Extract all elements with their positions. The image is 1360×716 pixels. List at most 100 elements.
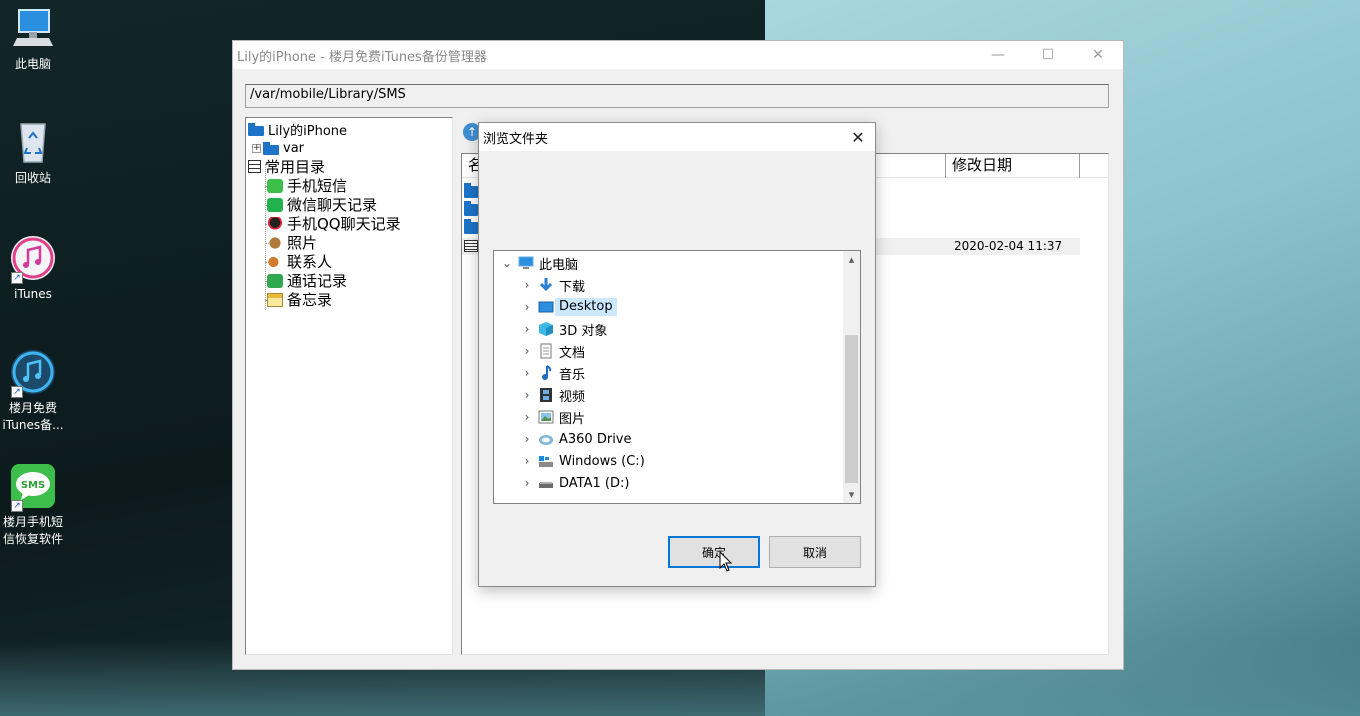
folder-node-label: DATA1 (D:) [559,475,630,491]
chevron-right-icon[interactable]: › [520,410,534,424]
music-note-icon [538,365,554,381]
tree-item-label: 常用目录 [265,158,326,176]
maximize-button[interactable]: ☐ [1023,41,1073,69]
desktop-icon-recycle-bin[interactable]: 回收站 [0,118,68,187]
tree-item-call-log[interactable]: 通话记录 [267,271,347,290]
computer-icon [518,255,534,271]
expand-plus-icon[interactable]: + [252,144,261,153]
folder-node-documents[interactable]: › 文档 [520,340,585,362]
list-item-date: 2020-02-04 11:37 [954,239,1063,253]
picture-icon [538,409,554,425]
desktop-icon-label-line1: 楼月免费 [8,401,57,415]
chevron-right-icon[interactable]: › [520,454,534,468]
chevron-right-icon[interactable]: › [520,344,534,358]
folder-node-label: 3D 对象 [559,323,608,339]
folder-node-label: 下载 [559,279,586,295]
tree-item-label: 照片 [287,234,318,252]
dialog-titlebar[interactable]: 浏览文件夹 ✕ [479,123,875,151]
folder-tree[interactable]: ⌄ 此电脑 › 下载 › Desktop › 3D 对象 › 文档 › 音乐 ›… [493,250,861,504]
shortcut-arrow-icon: ↗ [11,386,23,398]
chevron-right-icon[interactable]: › [520,278,534,292]
cube-icon [538,321,554,337]
scrollbar-thumb[interactable] [845,335,858,483]
tree-item-qq[interactable]: 手机QQ聊天记录 [267,214,401,233]
tree-item-notes[interactable]: 备忘录 [267,290,332,309]
folder-node-videos[interactable]: › 视频 [520,384,585,406]
folder-node-label: Windows (C:) [559,453,645,469]
desktop-icon-label-line2: iTunes备... [2,418,64,432]
sms-icon [267,178,283,193]
tree-item-common[interactable]: 常用目录 [248,157,325,176]
desktop-icon [538,299,554,315]
desktop-icon-this-pc[interactable]: 此电脑 [0,4,68,73]
folder-node-label: 视频 [559,389,586,405]
list-icon [248,160,261,173]
column-header-modified[interactable]: 修改日期 [946,154,1080,178]
device-tree[interactable]: Lily的iPhone + var 常用目录 手机短信 微信聊天记录 手机QQ聊… [245,117,453,655]
chevron-right-icon[interactable]: › [520,322,534,336]
folder-icon [464,201,478,216]
folder-tree-scrollbar[interactable]: ▴ ▾ [843,251,860,503]
chevron-right-icon[interactable]: › [520,388,534,402]
itunes-icon: ↗ [9,234,57,284]
notes-icon [267,292,283,307]
mouse-cursor-icon [719,551,733,572]
path-field[interactable]: /var/mobile/Library/SMS [245,84,1109,108]
folder-node-3d-objects[interactable]: › 3D 对象 [520,318,607,340]
folder-node-downloads[interactable]: › 下载 [520,274,585,296]
folder-node-this-pc[interactable]: ⌄ 此电脑 [500,252,578,274]
folder-node-music[interactable]: › 音乐 [520,362,585,384]
main-window-titlebar[interactable]: Lily的iPhone - 楼月免费iTunes备份管理器 — ☐ ✕ [233,41,1123,69]
file-icon [464,240,478,252]
photo-icon [267,235,283,250]
tree-item-label: 联系人 [287,253,333,271]
shortcut-arrow-icon: ↗ [11,272,23,284]
desktop-icon-sms-recovery[interactable]: SMS ↗ 楼月手机短 信恢复软件 [0,462,68,548]
scroll-up-icon[interactable]: ▴ [843,251,860,268]
chevron-right-icon[interactable]: › [520,476,534,490]
desktop-icon-label: iTunes [14,287,52,301]
phone-icon [267,273,283,288]
folder-icon [263,142,279,155]
cancel-button[interactable]: 取消 [769,536,861,568]
folder-open-icon [248,123,264,136]
tree-item-wechat[interactable]: 微信聊天记录 [267,195,377,214]
wechat-icon [267,197,283,212]
chevron-right-icon[interactable]: › [520,432,534,446]
dialog-close-button[interactable]: ✕ [841,123,875,151]
shortcut-arrow-icon: ↗ [11,500,23,512]
tree-item-sms[interactable]: 手机短信 [267,176,347,195]
chevron-right-icon[interactable]: › [520,300,534,314]
folder-node-label: 图片 [559,411,586,427]
drive-icon [538,475,554,491]
folder-node-windows-c[interactable]: › Windows (C:) [520,450,645,472]
tree-item-label: var [283,141,305,156]
desktop-icon-itunes-backup-manager[interactable]: ↗ 楼月免费 iTunes备... [0,348,68,434]
windows-drive-icon [538,453,554,469]
tree-item-label: 备忘录 [287,291,333,309]
tree-item-label: 微信聊天记录 [287,196,378,214]
desktop-icon-itunes[interactable]: ↗ iTunes [0,234,68,303]
folder-node-a360-drive[interactable]: › A360 Drive [520,428,632,450]
close-button[interactable]: ✕ [1073,41,1123,69]
tree-item-contacts[interactable]: 联系人 [267,252,332,271]
tree-item-device-root[interactable]: Lily的iPhone [248,120,347,139]
scroll-down-icon[interactable]: ▾ [843,486,860,503]
folder-icon [464,183,478,198]
folder-node-pictures[interactable]: › 图片 [520,406,585,428]
desktop-icon-label: 此电脑 [14,57,51,71]
tree-item-photos[interactable]: 照片 [267,233,317,252]
main-window-title: Lily的iPhone - 楼月免费iTunes备份管理器 [237,49,487,65]
document-icon [538,343,554,359]
folder-icon [464,219,478,234]
qq-penguin-icon [267,216,283,231]
tree-item-label: 手机短信 [287,177,348,195]
itunes-backup-icon: ↗ [9,348,57,398]
folder-node-data1-d[interactable]: › DATA1 (D:) [520,472,630,494]
minimize-button[interactable]: — [973,41,1023,69]
dialog-title: 浏览文件夹 [483,131,549,147]
chevron-right-icon[interactable]: › [520,366,534,380]
chevron-down-icon[interactable]: ⌄ [500,256,514,270]
ok-button[interactable]: 确定 [668,536,760,568]
folder-node-desktop[interactable]: › Desktop [520,296,617,318]
